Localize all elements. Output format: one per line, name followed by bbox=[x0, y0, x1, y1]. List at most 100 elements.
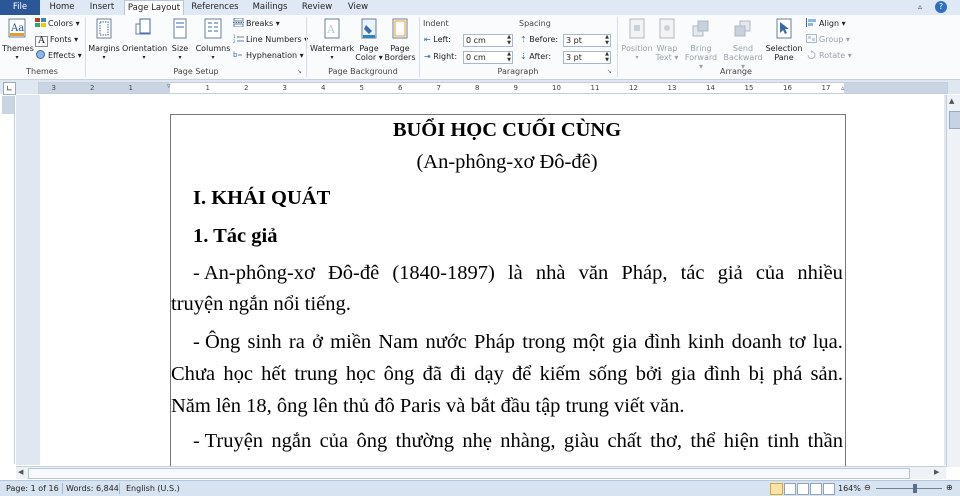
page-color-button[interactable]: Page Color ▾ bbox=[355, 18, 383, 62]
page-borders-button[interactable]: Page Borders bbox=[384, 18, 416, 62]
rotate-button[interactable]: Rotate ▾ bbox=[806, 50, 852, 62]
spacing-before-input[interactable]: 3 pt ▲ ▼ bbox=[563, 34, 611, 47]
group-divider bbox=[306, 17, 307, 77]
bring-forward-button[interactable]: Bring Forward ▾ bbox=[682, 18, 720, 71]
orientation-dropdown-icon: ▾ bbox=[142, 54, 146, 61]
indent-left-input[interactable]: 0 cm ▲ ▼ bbox=[463, 34, 513, 47]
outline-view-icon[interactable] bbox=[810, 483, 822, 495]
tab-review[interactable]: Review bbox=[298, 0, 336, 15]
watermark-button[interactable]: A Watermark ▾ bbox=[310, 18, 354, 62]
tab-mailings[interactable]: Mailings bbox=[248, 0, 292, 15]
document-title[interactable]: BUỔI HỌC CUỐI CÙNG bbox=[171, 119, 843, 142]
orientation-label: Orientation bbox=[122, 44, 168, 53]
vertical-scrollbar[interactable]: ▲ bbox=[946, 95, 960, 467]
paragraph-line[interactable]: - An-phông-xơ Đô-đê (1840-1897) là nhà văn Phá… bbox=[193, 262, 843, 285]
right-indent-icon[interactable]: ▵ bbox=[841, 84, 845, 92]
page-setup-launcher-icon[interactable]: ↘ bbox=[297, 68, 302, 75]
scroll-left-icon[interactable]: ◀ bbox=[18, 468, 23, 476]
group-divider bbox=[85, 17, 86, 77]
word: Pháp bbox=[474, 331, 516, 353]
page-count[interactable]: Page: 1 of 16 bbox=[6, 481, 59, 496]
spacing-before-spinner-icon[interactable]: ▲ ▼ bbox=[605, 34, 609, 46]
paragraph-line[interactable]: Năm lên 18, ông lên thủ đô Paris và bắt … bbox=[171, 395, 685, 418]
tab-home[interactable]: Home bbox=[44, 0, 80, 15]
columns-button[interactable]: Columns ▾ bbox=[195, 18, 231, 62]
paragraph-line[interactable]: - Ông sinh ra ở miền Nam nước Pháp trong một gia đì… bbox=[193, 331, 843, 354]
indent-right-spinner-icon[interactable]: ▲ ▼ bbox=[507, 51, 511, 63]
ruler-tick-label: 8 bbox=[475, 84, 480, 92]
margins-label: Margins bbox=[88, 44, 120, 53]
print-layout-icon[interactable] bbox=[770, 483, 783, 495]
zoom-level[interactable]: 164% bbox=[838, 481, 861, 496]
align-button[interactable]: Align ▾ bbox=[806, 18, 846, 30]
send-backward-button[interactable]: Send Backward ▾ bbox=[722, 18, 764, 71]
paragraph-line[interactable]: - Truyện ngắn của ông thường nhẹ nhàng, giàu chấ… bbox=[193, 430, 843, 453]
orientation-button[interactable]: Orientation ▾ bbox=[122, 18, 168, 62]
wrap-text-button[interactable]: Wrap Text ▾ bbox=[655, 18, 679, 62]
word: gia bbox=[670, 363, 696, 385]
breaks-button[interactable]: Breaks ▾ bbox=[233, 18, 280, 30]
heading-khai-quat[interactable]: I. KHÁI QUÁT bbox=[193, 187, 330, 210]
selection-pane-button[interactable]: Selection Pane bbox=[765, 18, 803, 62]
horizontal-scrollbar[interactable]: ◀ ▶ bbox=[16, 466, 946, 479]
effects-button[interactable]: Effects ▾ bbox=[35, 50, 82, 62]
zoom-slider-thumb[interactable] bbox=[913, 484, 917, 493]
ruler-tick-label: 11 bbox=[590, 84, 600, 92]
help-icon[interactable]: ? bbox=[935, 1, 947, 13]
ruler-tick-label: 12 bbox=[629, 84, 638, 92]
indent-left-spinner-icon[interactable]: ▲ ▼ bbox=[507, 34, 511, 46]
margins-button[interactable]: Margins ▾ bbox=[88, 18, 120, 62]
full-screen-reading-icon[interactable] bbox=[784, 483, 796, 495]
indent-right-input[interactable]: 0 cm ▲ ▼ bbox=[463, 51, 513, 64]
first-line-indent-icon[interactable]: ▿ bbox=[167, 82, 171, 90]
paragraph-launcher-icon[interactable]: ↘ bbox=[607, 68, 612, 75]
ruler-tick-label: 10 bbox=[552, 84, 561, 92]
word: thơ, bbox=[650, 430, 682, 452]
word: thường bbox=[395, 430, 454, 452]
tab-insert[interactable]: Insert bbox=[84, 0, 120, 15]
zoom-out-icon[interactable]: ⊖ bbox=[864, 483, 871, 493]
ruler-tick-label: 5 bbox=[359, 84, 364, 92]
vertical-ruler[interactable] bbox=[2, 96, 15, 464]
spacing-after-spinner-icon[interactable]: ▲ ▼ bbox=[605, 51, 609, 63]
document-author[interactable]: (An-phông-xơ Đô-đê) bbox=[171, 151, 843, 174]
language-indicator[interactable]: English (U.S.) bbox=[126, 481, 180, 496]
position-button[interactable]: Position ▾ bbox=[620, 18, 654, 62]
heading-tac-gia[interactable]: 1. Tác giả bbox=[193, 225, 277, 248]
themes-icon: Aa bbox=[8, 18, 26, 38]
tab-view[interactable]: View bbox=[342, 0, 374, 15]
zoom-in-icon[interactable]: ⊕ bbox=[946, 483, 953, 493]
horizontal-ruler[interactable]: 3 2 1 1 2 3 4 5 6 7 8 9 10 11 12 13 14 15 16 17 ▿ ▵ bbox=[38, 82, 948, 94]
word: - An-phông-xơ bbox=[193, 262, 315, 284]
ruler-tick-label: 1 bbox=[128, 84, 133, 92]
page-borders-label-2: Borders bbox=[384, 53, 416, 62]
fonts-button[interactable]: A Fonts ▾ bbox=[35, 34, 78, 47]
size-button[interactable]: Size ▾ bbox=[168, 18, 192, 62]
tab-references[interactable]: References bbox=[188, 0, 242, 15]
word: Pháp, bbox=[621, 262, 668, 284]
fonts-icon: A bbox=[35, 36, 48, 47]
tab-file[interactable]: File bbox=[0, 0, 40, 15]
hyphenation-button[interactable]: b Hyphenation ▾ bbox=[233, 50, 304, 62]
tab-selector-icon[interactable]: ∟ bbox=[3, 82, 16, 95]
group-button[interactable]: Group ▾ bbox=[806, 34, 850, 46]
word-count[interactable]: Words: 6,844 bbox=[66, 481, 119, 496]
themes-button[interactable]: Aa Themes ▾ bbox=[2, 18, 34, 62]
tab-page-layout[interactable]: Page Layout bbox=[124, 0, 184, 16]
word: đi bbox=[450, 363, 467, 385]
web-layout-icon[interactable] bbox=[797, 483, 809, 495]
scroll-right-icon[interactable]: ▶ bbox=[934, 468, 939, 476]
vertical-scroll-thumb[interactable] bbox=[949, 111, 960, 129]
line-numbers-button[interactable]: 1 2 Line Numbers ▾ bbox=[233, 34, 308, 46]
horizontal-scroll-thumb[interactable] bbox=[28, 468, 910, 479]
word: nhàng, bbox=[500, 430, 556, 452]
zoom-slider-track[interactable] bbox=[876, 488, 942, 489]
minimize-ribbon-icon[interactable]: ▵ bbox=[918, 2, 928, 12]
paragraph-line[interactable]: Chưa học hết trung học ông đã đi dạy để kiếm sống bở… bbox=[171, 363, 843, 386]
page-borders-icon bbox=[392, 18, 408, 39]
colors-button[interactable]: Colors ▾ bbox=[35, 18, 80, 30]
spacing-after-input[interactable]: 3 pt ▲ ▼ bbox=[563, 51, 611, 64]
draft-view-icon[interactable] bbox=[823, 483, 835, 495]
paragraph-line[interactable]: truyện ngắn nổi tiếng. bbox=[171, 293, 351, 316]
scroll-up-icon[interactable]: ▲ bbox=[949, 97, 954, 105]
